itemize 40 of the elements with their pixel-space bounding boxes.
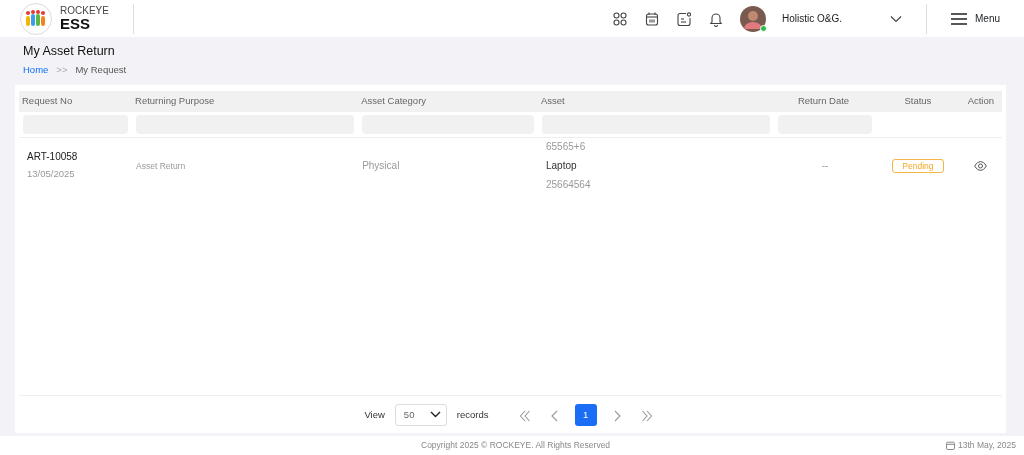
return-date: -- — [821, 159, 829, 171]
asset-name: Laptop — [546, 158, 578, 173]
asset-serial: 25664564 — [546, 177, 592, 192]
chevron-down-icon[interactable] — [890, 14, 902, 23]
status-badge: Pending — [892, 158, 944, 173]
request-date: 13/05/2025 — [27, 166, 76, 181]
chevron-down-icon — [429, 411, 441, 419]
page-button[interactable]: 1 — [574, 403, 597, 426]
column-header: Asset — [538, 91, 774, 112]
menu-icon[interactable] — [951, 12, 967, 25]
menu-button[interactable]: Menu — [951, 11, 1000, 26]
calendar-icon — [946, 441, 956, 450]
asset-code: 65565+6 — [546, 139, 587, 154]
brand-name: ESS — [60, 15, 91, 32]
page-size-select[interactable]: 50 — [394, 403, 447, 426]
page-title: My Asset Return — [23, 44, 116, 59]
column-header: Request No — [19, 91, 133, 112]
request-number: ART-10058 — [27, 149, 79, 164]
purpose-text: Asset Return — [136, 160, 186, 171]
calendar-icon[interactable] — [643, 10, 660, 27]
footer-date: 13th May, 2025 — [958, 439, 1016, 452]
message-icon[interactable] — [675, 10, 692, 27]
breadcrumb-current: My Request — [75, 63, 127, 77]
column-header: Asset Category — [358, 91, 538, 112]
bell-icon[interactable] — [707, 10, 724, 27]
records-label: records — [456, 407, 489, 422]
brand-subtitle: ROCKEYE — [60, 5, 109, 16]
category-text: Physical — [362, 159, 400, 171]
column-header: Returning Purpose — [132, 91, 359, 112]
user-avatar[interactable] — [739, 5, 766, 32]
column-header: Return Date — [773, 91, 877, 112]
view-label: View — [364, 407, 385, 422]
column-header: Status — [876, 91, 960, 112]
copyright-text: Copyright 2025 © ROCKEYE. All Rights Reserved — [421, 439, 611, 452]
breadcrumb-link[interactable]: Home — [23, 63, 49, 78]
breadcrumb-separator: >> — [56, 63, 68, 77]
user-name[interactable]: Holistic O&G. — [781, 11, 842, 26]
apps-icon[interactable] — [611, 10, 628, 27]
view-icon[interactable] — [974, 160, 988, 171]
column-header: Action — [959, 91, 1002, 112]
